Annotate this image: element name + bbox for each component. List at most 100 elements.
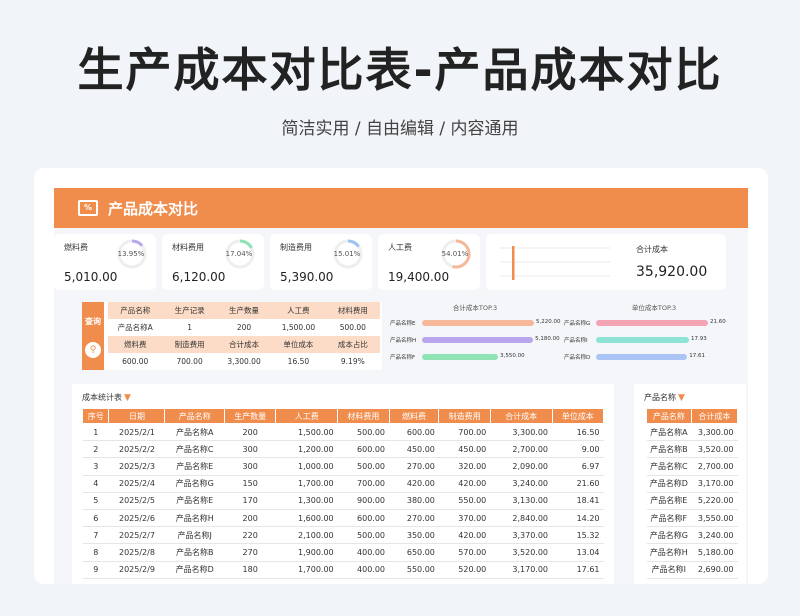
table-cell[interactable]: 1,900.00	[275, 543, 338, 562]
table-cell[interactable]: 900.00	[337, 492, 390, 510]
table-cell[interactable]: 产品名称G	[646, 526, 692, 545]
table-cell[interactable]: 产品名称D	[646, 475, 692, 493]
table-cell[interactable]: 3	[82, 457, 109, 476]
table-cell[interactable]: 5,220.00	[691, 492, 738, 510]
table-row[interactable]: 4 2025/2/4 产品名称G 150 1,700.00 700.00 420.00 420…	[82, 475, 604, 493]
table-row[interactable]: 9 2025/2/9 产品名称D 180 1,700.00 400.00 550.00 520…	[82, 561, 604, 579]
table-cell[interactable]: 520.00	[438, 561, 491, 579]
table-cell[interactable]: 3,300.00	[490, 423, 553, 442]
query-value-cell[interactable]: 600.00	[108, 353, 163, 370]
table-cell[interactable]: 18.41	[552, 492, 604, 510]
table-cell[interactable]: 产品名称H	[646, 543, 692, 562]
table-cell[interactable]: 400.00	[337, 543, 390, 562]
table-cell[interactable]: 21.60	[552, 475, 604, 493]
table-cell[interactable]: 15.32	[552, 526, 604, 545]
table-cell[interactable]: 产品名称A	[164, 423, 225, 442]
table-row[interactable]: 产品名称E 5,220.00	[646, 492, 738, 510]
table-row[interactable]: 产品名称H 5,180.00	[646, 543, 738, 562]
main-table-title[interactable]: 成本统计表 ▼	[82, 392, 131, 403]
table-cell[interactable]: 2025/2/5	[108, 492, 165, 510]
column-header[interactable]: 单位成本	[551, 408, 605, 424]
table-cell[interactable]: 产品名称E	[164, 492, 225, 510]
table-cell[interactable]: 4	[82, 475, 109, 493]
table-cell[interactable]: 700.00	[337, 475, 390, 493]
table-cell[interactable]: 产品名称B	[164, 543, 225, 562]
table-cell[interactable]: 500.00	[337, 423, 390, 442]
table-cell[interactable]: 3,300.00	[691, 423, 738, 442]
table-cell[interactable]: 2,090.00	[490, 457, 553, 476]
table-cell[interactable]: 1,500.00	[275, 423, 338, 442]
table-cell[interactable]: 420.00	[389, 475, 439, 493]
column-header[interactable]: 合计成本	[690, 408, 739, 424]
query-value-cell[interactable]: 500.00	[325, 319, 381, 336]
table-cell[interactable]: 产品名称E	[164, 457, 225, 476]
table-cell[interactable]: 450.00	[389, 440, 439, 459]
table-cell[interactable]: 产品名称H	[164, 509, 225, 528]
table-cell[interactable]: 3,170.00	[691, 475, 738, 493]
table-cell[interactable]: 400.00	[337, 561, 390, 579]
table-cell[interactable]: 9.00	[552, 440, 604, 459]
column-header[interactable]: 产品名称	[646, 408, 692, 424]
table-cell[interactable]: 270.00	[389, 457, 439, 476]
table-cell[interactable]: 产品名称D	[164, 561, 225, 579]
table-cell[interactable]: 2,100.00	[275, 526, 338, 545]
table-cell[interactable]: 270	[224, 543, 276, 562]
table-cell[interactable]: 6.97	[552, 457, 604, 476]
column-header[interactable]: 合计成本	[489, 408, 553, 424]
search-icon[interactable]: ⚲	[85, 342, 101, 358]
table-cell[interactable]: 450.00	[438, 440, 491, 459]
table-cell[interactable]: 14.20	[552, 509, 604, 528]
table-cell[interactable]: 550.00	[389, 561, 439, 579]
table-cell[interactable]: 产品名称C	[164, 440, 225, 459]
column-header[interactable]: 燃料费	[388, 408, 440, 424]
table-cell[interactable]: 6	[82, 509, 109, 528]
table-row[interactable]: 6 2025/2/6 产品名称H 200 1,600.00 600.00 270.00 370…	[82, 509, 604, 528]
table-cell[interactable]: 650.00	[389, 543, 439, 562]
query-value-cell[interactable]: 16.50	[271, 353, 326, 370]
table-cell[interactable]: 5	[82, 492, 109, 510]
table-row[interactable]: 产品名称I 2,690.00	[646, 561, 738, 579]
table-cell[interactable]: 1	[82, 423, 109, 442]
table-cell[interactable]: 3,240.00	[691, 526, 738, 545]
column-header[interactable]: 序号	[81, 408, 110, 424]
table-cell[interactable]: 320.00	[438, 457, 491, 476]
query-value-cell[interactable]: 1	[162, 319, 217, 336]
table-row[interactable]: 5 2025/2/5 产品名称E 170 1,300.00 900.00 380.00 550…	[82, 492, 604, 510]
table-cell[interactable]: 3,130.00	[490, 492, 553, 510]
table-cell[interactable]: 180	[224, 561, 276, 579]
column-header[interactable]: 产品名称	[164, 408, 225, 424]
table-cell[interactable]: 300	[224, 440, 276, 459]
table-cell[interactable]: 产品名称A	[646, 423, 692, 442]
query-value-cell[interactable]: 700.00	[162, 353, 217, 370]
table-cell[interactable]: 1,200.00	[275, 440, 338, 459]
table-cell[interactable]: 3,170.00	[490, 561, 553, 579]
table-cell[interactable]: 2025/2/1	[108, 423, 165, 442]
table-cell[interactable]: 1,700.00	[275, 475, 338, 493]
table-cell[interactable]: 420.00	[438, 475, 491, 493]
table-cell[interactable]: 1,700.00	[275, 561, 338, 579]
table-cell[interactable]: 产品名称F	[646, 509, 692, 528]
table-row[interactable]: 产品名称G 3,240.00	[646, 526, 738, 545]
query-value-cell[interactable]: 200	[216, 319, 272, 336]
table-cell[interactable]: 2,700.00	[490, 440, 553, 459]
table-row[interactable]: 8 2025/2/8 产品名称B 270 1,900.00 400.00 650.00 570…	[82, 543, 604, 562]
table-cell[interactable]: 600.00	[337, 509, 390, 528]
table-row[interactable]: 产品名称D 3,170.00	[646, 475, 738, 493]
column-header[interactable]: 材料费用	[337, 408, 390, 424]
table-cell[interactable]: 3,520.00	[691, 440, 738, 459]
table-cell[interactable]: 2025/2/4	[108, 475, 165, 493]
table-cell[interactable]: 产品名称E	[646, 492, 692, 510]
column-header[interactable]: 制造费用	[438, 408, 491, 424]
query-value-cell[interactable]: 1,500.00	[271, 319, 326, 336]
table-cell[interactable]: 2	[82, 440, 109, 459]
table-cell[interactable]: 3,370.00	[490, 526, 553, 545]
table-cell[interactable]: 8	[82, 543, 109, 562]
table-cell[interactable]: 7	[82, 526, 109, 545]
table-cell[interactable]: 产品名称B	[646, 440, 692, 459]
table-cell[interactable]: 220	[224, 526, 276, 545]
table-row[interactable]: 7 2025/2/7 产品名称J 220 2,100.00 500.00 350.00 420…	[82, 526, 604, 545]
table-row[interactable]: 产品名称C 2,700.00	[646, 457, 738, 476]
table-cell[interactable]: 270.00	[389, 509, 439, 528]
query-value-cell[interactable]: 9.19%	[325, 353, 381, 370]
table-cell[interactable]: 300	[224, 457, 276, 476]
